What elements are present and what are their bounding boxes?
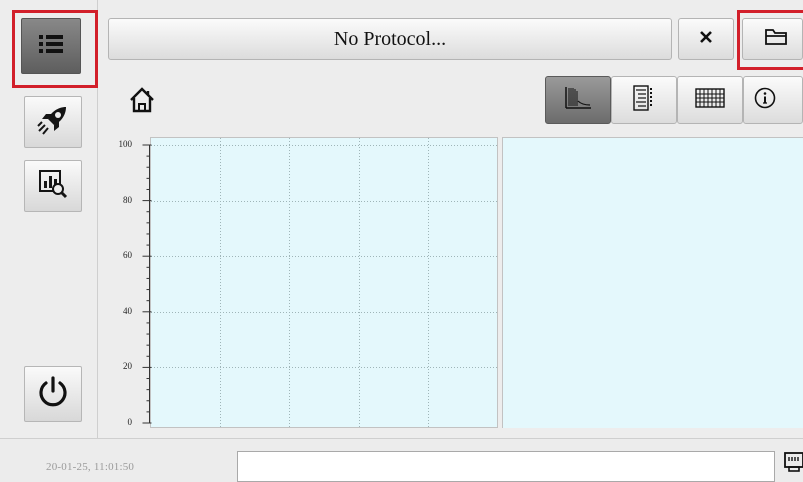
- info-icon: [754, 87, 776, 114]
- tree-view-button[interactable]: [611, 76, 677, 124]
- home-icon[interactable]: [127, 86, 157, 119]
- close-button[interactable]: [678, 18, 734, 60]
- power-icon: [36, 375, 70, 414]
- list-icon: [38, 33, 64, 60]
- network-icon: [784, 452, 803, 479]
- grid-view-icon: [695, 87, 725, 113]
- y-tick-label: 0: [127, 417, 133, 427]
- folder-open-icon: [764, 27, 790, 52]
- run-button[interactable]: [24, 96, 82, 148]
- power-button[interactable]: [24, 366, 82, 422]
- status-message-field: [237, 451, 775, 482]
- close-icon: [698, 29, 714, 50]
- y-axis: [142, 144, 152, 424]
- timestamp: 20-01-25, 11:01:50: [46, 461, 135, 473]
- grid-view-button[interactable]: [677, 76, 743, 124]
- tree-view-icon: [632, 84, 656, 116]
- plot-view-icon: [564, 86, 592, 115]
- analysis-button[interactable]: [24, 160, 82, 212]
- y-tick-label: 20: [123, 361, 132, 372]
- rocket-icon: [36, 103, 70, 142]
- y-tick-label: 100: [118, 139, 133, 149]
- protocol-title: No Protocol...: [333, 27, 447, 50]
- open-folder-button[interactable]: [742, 18, 803, 60]
- results-panel: [502, 137, 803, 428]
- plot-view-button[interactable]: [545, 76, 611, 124]
- y-tick-label: 80: [123, 194, 132, 205]
- protocol-title-button[interactable]: No Protocol...: [108, 18, 672, 60]
- y-tick-label: 60: [123, 250, 132, 261]
- menu-button[interactable]: [21, 18, 81, 74]
- info-button[interactable]: [743, 76, 803, 124]
- plot-grid: [151, 138, 497, 427]
- sidebar-divider: [97, 0, 98, 438]
- chart-search-icon: [38, 169, 68, 204]
- y-tick-label: 40: [123, 305, 132, 316]
- plot-area[interactable]: [150, 137, 498, 428]
